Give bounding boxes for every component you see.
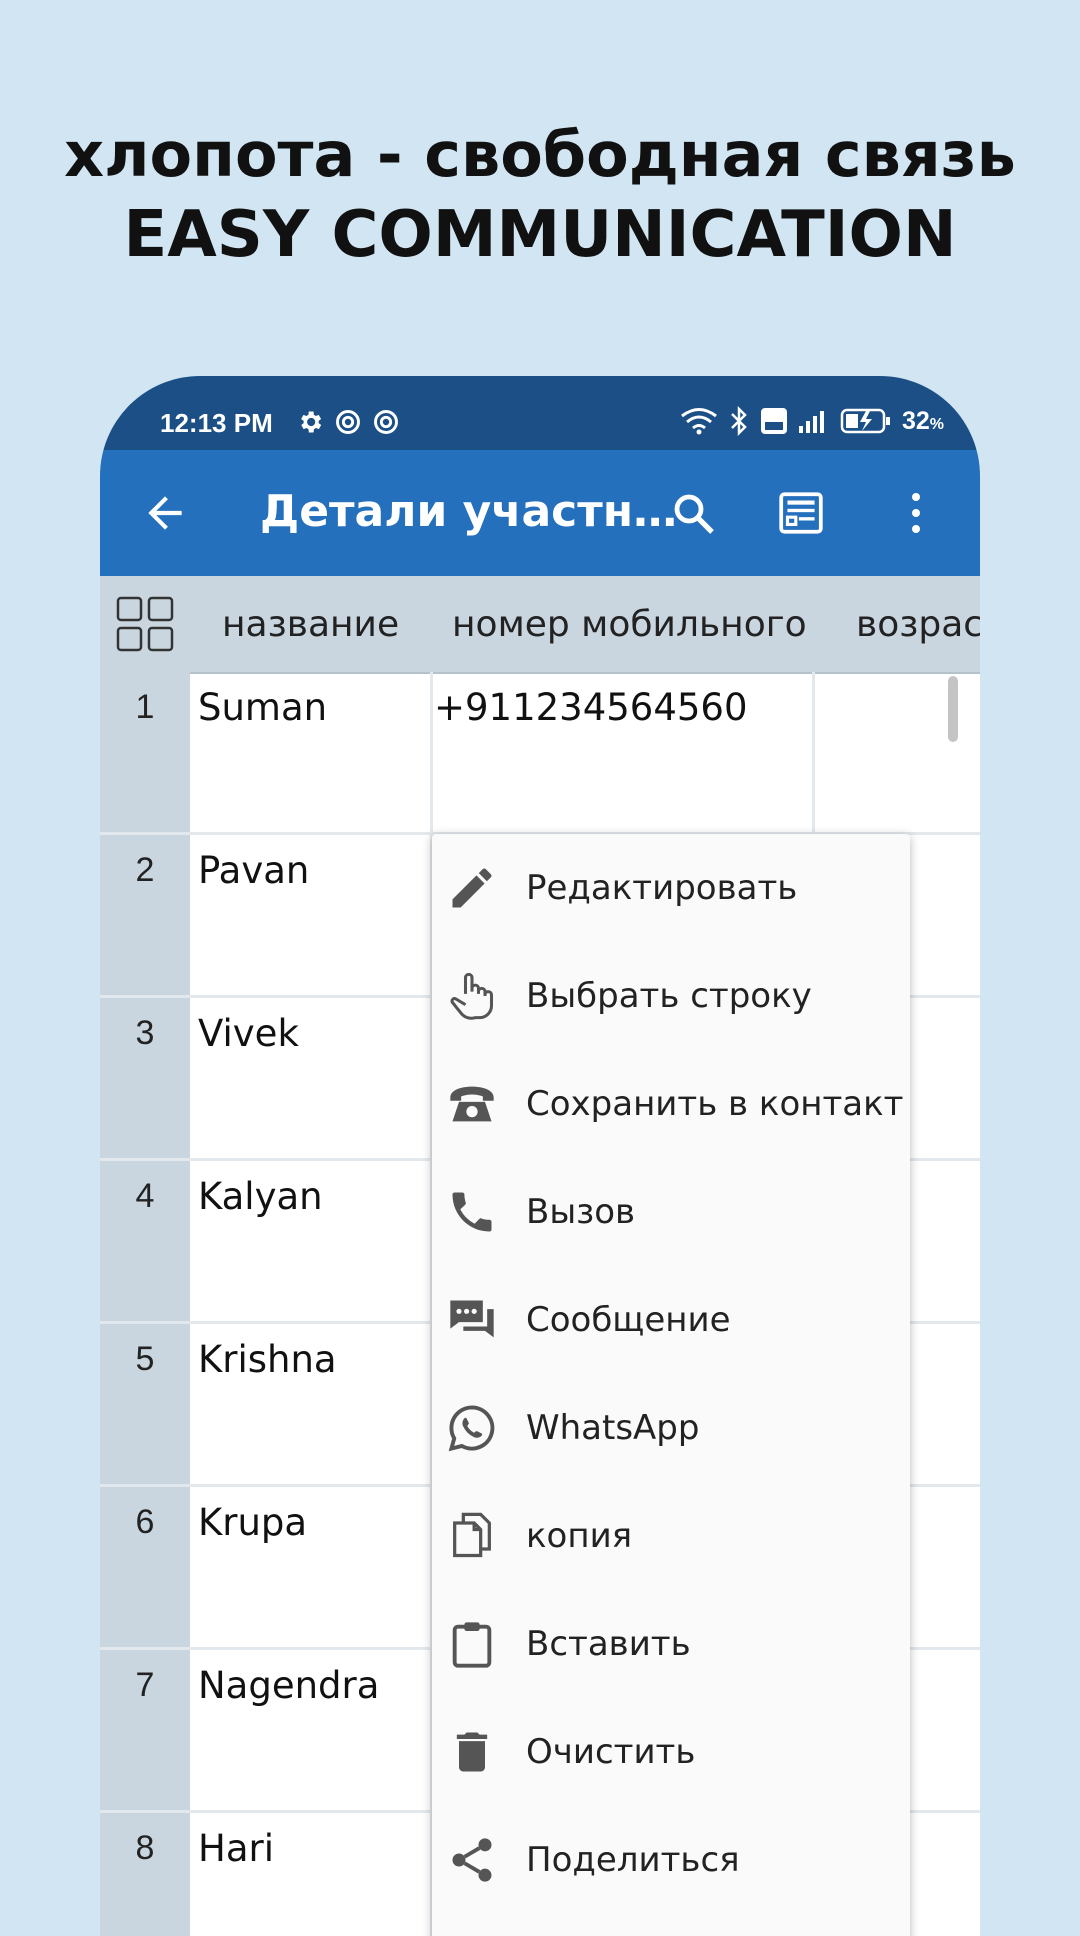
detail-view-icon[interactable] (776, 488, 826, 538)
cell-name[interactable]: Pavan (198, 849, 309, 892)
signal-icon (798, 411, 824, 433)
status-time: 12:13 PM (160, 408, 273, 438)
app-notification-icon (374, 410, 398, 434)
cell-mobile[interactable]: +911234564560 (434, 686, 748, 729)
phone-screen: 12:13 PM 32% Детали участн… название ном… (100, 376, 980, 1936)
cell-name[interactable]: Hari (198, 1827, 274, 1870)
hand-pointer-icon (450, 972, 494, 1020)
settings-gear-icon (301, 411, 322, 433)
share-icon (452, 1838, 492, 1882)
whatsapp-icon (448, 1405, 495, 1452)
row-number: 2 (100, 835, 190, 995)
row-number: 4 (100, 1161, 190, 1321)
column-header-row: название номер мобильного возрас (100, 576, 980, 674)
menu-item-edit[interactable]: Редактировать (432, 834, 910, 942)
pencil-icon (452, 868, 492, 908)
app-notification-icon (336, 410, 360, 434)
battery-level: 32 (901, 406, 930, 435)
headline-russian: хлопота - свободная связь (64, 118, 1016, 191)
context-menu: Редактировать Выбрать строку Сохранить в… (432, 834, 910, 1936)
row-number: 5 (100, 1324, 190, 1484)
menu-item-whatsapp[interactable]: WhatsApp (432, 1374, 910, 1482)
trash-icon (456, 1732, 488, 1772)
cell-name[interactable]: Nagendra (198, 1664, 379, 1707)
status-bar: 12:13 PM 32% (100, 376, 980, 450)
menu-item-save-contact[interactable]: Сохранить в контакт (432, 1050, 910, 1158)
cell-name[interactable]: Krishna (198, 1338, 337, 1381)
column-header-name[interactable]: название (222, 604, 399, 645)
copy-icon (453, 1512, 491, 1558)
row-number: 7 (100, 1650, 190, 1810)
menu-item-select-row[interactable]: Выбрать строку (432, 942, 910, 1050)
app-bar: Детали участн… (100, 450, 980, 576)
menu-item-message[interactable]: Сообщение (432, 1266, 910, 1374)
cell-name[interactable]: Suman (198, 686, 327, 729)
menu-item-paste[interactable]: Вставить (432, 1590, 910, 1698)
column-header-mobile[interactable]: номер мобильного (452, 604, 807, 645)
volte-icon (760, 408, 787, 434)
page-title: Детали участн… (260, 486, 678, 537)
wifi-icon (681, 408, 717, 435)
grid-select-icon[interactable] (116, 596, 176, 652)
cell-name[interactable]: Vivek (198, 1012, 299, 1055)
cell-name[interactable]: Krupa (198, 1501, 307, 1544)
headline-english: EASY COMMUNICATION (123, 198, 957, 272)
battery-charging-icon (840, 408, 890, 434)
column-header-age[interactable]: возрас (856, 604, 980, 645)
row-number: 6 (100, 1487, 190, 1647)
table-row[interactable]: 1 Suman +911234564560 (100, 672, 980, 835)
row-number: 1 (100, 672, 190, 832)
row-number: 3 (100, 998, 190, 1158)
cell-name[interactable]: Kalyan (198, 1175, 323, 1218)
chat-icon (450, 1300, 494, 1338)
bluetooth-icon (731, 406, 747, 436)
battery-unit: % (929, 415, 944, 433)
menu-item-call[interactable]: Вызов (432, 1158, 910, 1266)
menu-item-clear[interactable]: Очистить (432, 1698, 910, 1806)
phone-call-icon (452, 1192, 492, 1232)
telephone-icon (450, 1086, 494, 1122)
row-number: 8 (100, 1813, 190, 1936)
search-icon[interactable] (670, 490, 718, 538)
menu-item-share[interactable]: Поделиться (432, 1806, 910, 1914)
clipboard-icon (452, 1622, 492, 1668)
more-vert-icon[interactable] (906, 488, 926, 538)
menu-item-copy[interactable]: копия (432, 1482, 910, 1590)
back-arrow-icon[interactable] (140, 488, 190, 538)
vertical-scrollbar[interactable] (948, 676, 958, 742)
